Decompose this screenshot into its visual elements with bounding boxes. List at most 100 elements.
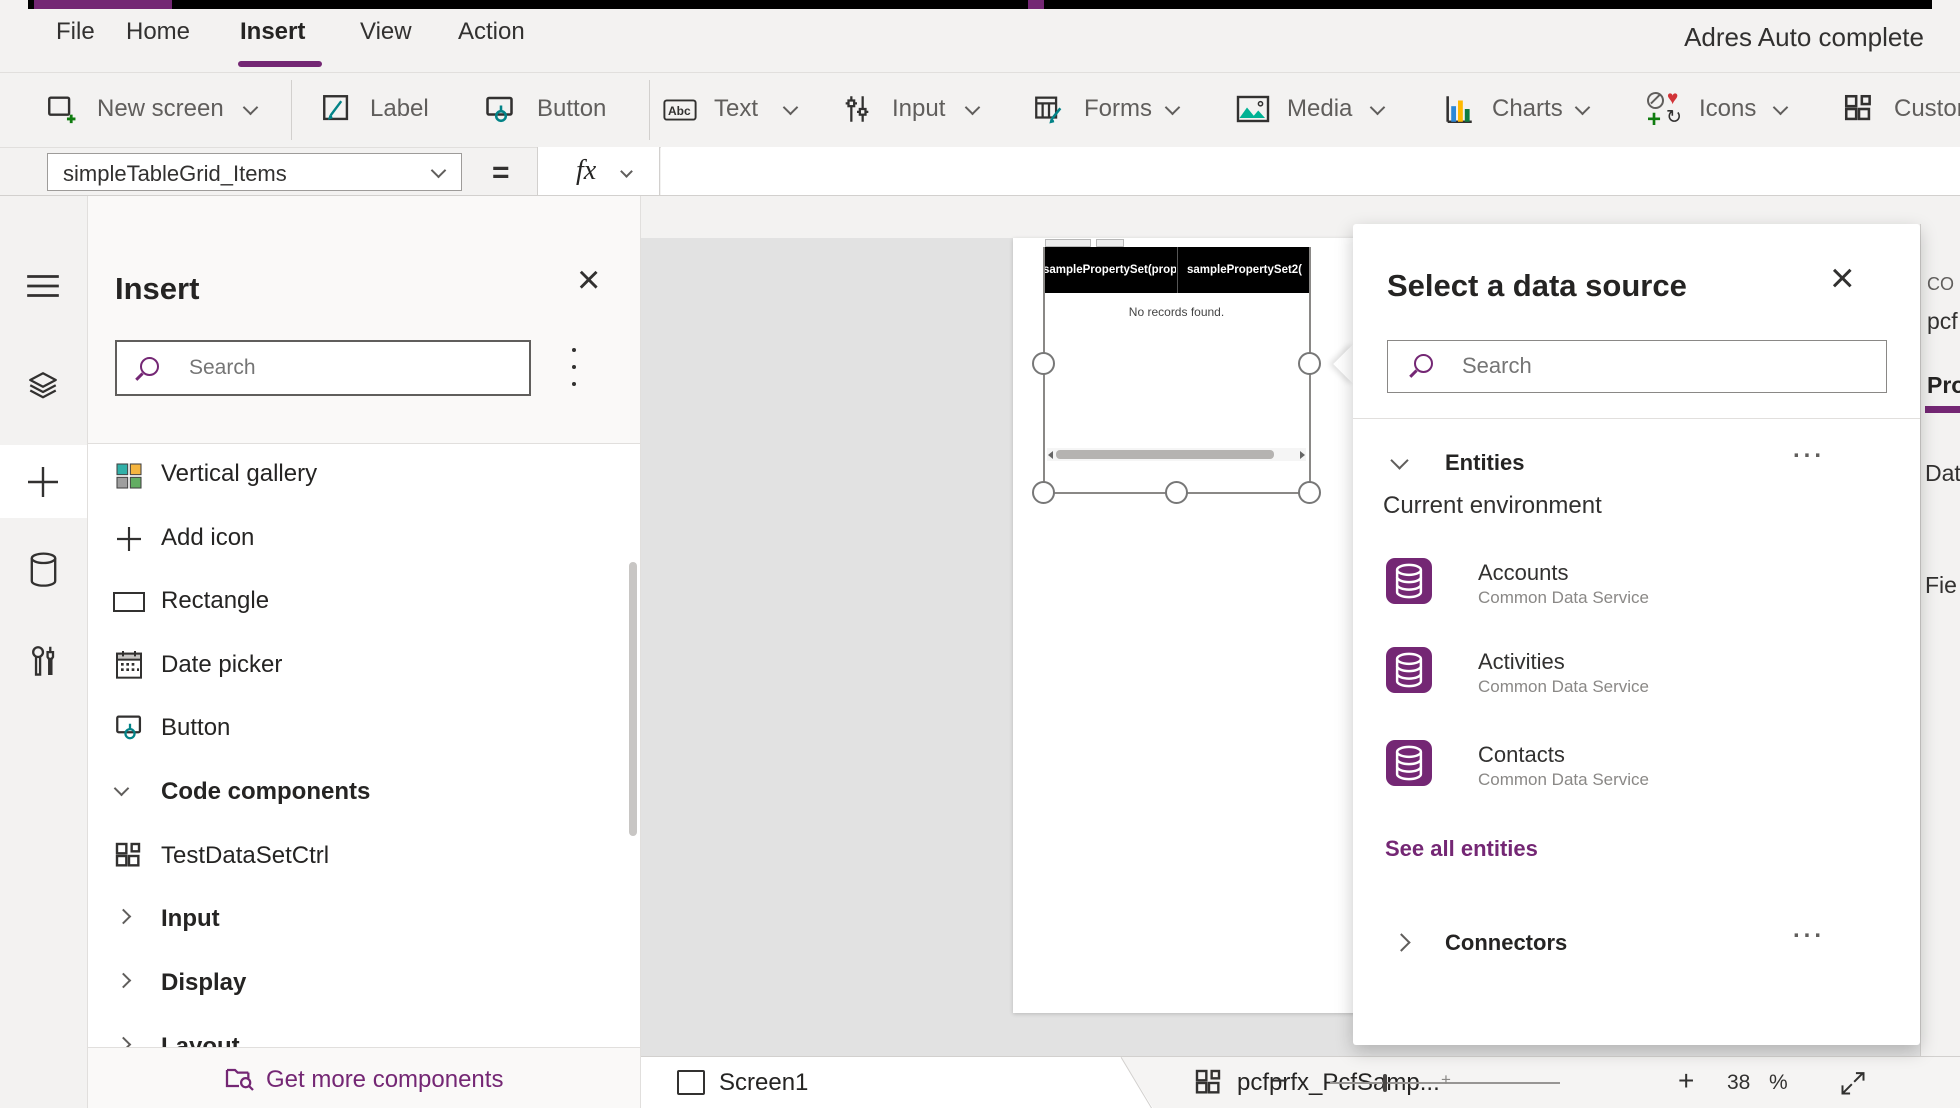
zoom-percentage-value[interactable]: 38 [1727,1071,1750,1095]
app-title: Adres Auto complete [1684,22,1924,52]
icons-button[interactable]: Icons [1699,95,1756,123]
insert-search-input[interactable] [187,348,511,388]
charts-button[interactable]: Charts [1492,95,1563,123]
property-selector[interactable]: simpleTableGrid_Items [47,153,462,191]
list-item[interactable]: Date picker [88,636,640,698]
menu-action[interactable]: Action [458,18,525,46]
advanced-tools-icon[interactable] [27,644,60,682]
entities-section-label: Entities [1445,450,1525,475]
chevron-down-icon[interactable] [1390,451,1409,470]
resize-handle-mid-left[interactable] [1032,352,1055,375]
grid-header-divider [1177,247,1178,293]
flyout-title: Select a data source [1387,268,1687,303]
more-options-icon[interactable]: ... [1793,436,1825,464]
entity-row-activities[interactable]: Activities Common Data Service [1383,647,1883,696]
hamburger-menu-icon[interactable] [24,271,62,301]
category-row-display[interactable]: Display [88,954,640,1016]
list-item[interactable]: Button [88,699,640,761]
list-item[interactable]: Add icon [88,509,640,571]
button-button[interactable]: Button [537,95,606,123]
data-sources-icon[interactable] [27,551,60,589]
close-icon[interactable]: × [577,258,600,303]
connectors-section-header[interactable]: Connectors ... [1353,916,1920,968]
close-icon[interactable]: × [1830,254,1855,302]
grid-hscrollbar[interactable] [1047,448,1306,461]
zoom-slider-thumb[interactable] [1383,1074,1387,1092]
flyout-divider [1353,418,1920,419]
flyout-search-box[interactable] [1387,340,1887,393]
fx-label: fx [576,155,597,186]
entities-section-header[interactable]: Entities ... [1353,436,1920,488]
scroll-right-arrow-icon[interactable] [1300,451,1305,459]
more-options-icon[interactable] [572,348,576,388]
flyout-search-input[interactable] [1460,346,1864,386]
zoom-in-button[interactable]: + [1678,1065,1694,1097]
input-button[interactable]: Input [892,95,945,123]
scroll-left-arrow-icon[interactable] [1048,451,1053,459]
screen-tab[interactable]: Screen1 [641,1057,1153,1108]
panel-scrollbar[interactable] [629,562,637,836]
resize-handle-bottom-center[interactable] [1165,481,1188,504]
grid-header-cell[interactable]: samplePropertySet2( [1179,247,1310,293]
top-edge-strip [28,0,1932,9]
category-row-input[interactable]: Input [88,890,640,952]
button-icon [483,92,519,128]
resize-handle-mid-right[interactable] [1298,352,1321,375]
zoom-out-button[interactable]: − [1271,1065,1287,1097]
search-icon [1414,354,1433,373]
category-row-layout[interactable]: Layout [88,1018,640,1048]
label-icon [320,92,354,126]
grid-hscrollbar-thumb[interactable] [1056,450,1274,459]
equals-sign: = [492,156,510,189]
dataset-grid-control[interactable]: samplePropertySet(prop samplePropertySet… [1043,239,1310,493]
zoom-percent-sign: % [1769,1071,1788,1094]
environment-label: Current environment [1383,492,1602,519]
entity-row-contacts[interactable]: Contacts Common Data Service [1383,740,1883,789]
insert-plus-icon[interactable] [25,464,61,500]
resize-handle-bottom-right[interactable] [1298,481,1321,504]
menu-divider [0,72,1960,73]
chevron-down-icon[interactable] [430,162,447,179]
forms-button[interactable]: Forms [1084,95,1152,123]
get-more-components-link[interactable]: Get more components [266,1066,503,1094]
add-plus-icon [113,523,145,555]
category-row-code-components[interactable]: Code components [88,763,640,825]
menu-file[interactable]: File [56,18,95,46]
list-item[interactable]: TestDataSetCtrl [88,827,640,889]
list-item[interactable]: Vertical gallery [88,445,640,507]
active-menu-underline [238,61,322,67]
menu-view[interactable]: View [360,18,412,46]
new-screen-button[interactable]: New screen [97,95,224,123]
grid-header-cell[interactable]: samplePropertySet(prop [1043,247,1176,293]
see-all-entities-link[interactable]: See all entities [1385,836,1538,862]
properties-tab-fragment[interactable]: Pro [1927,372,1960,399]
grid-top-fragment [1096,239,1124,247]
tree-view-icon[interactable] [24,368,62,404]
insert-search-box[interactable] [115,340,531,396]
menu-home[interactable]: Home [126,18,190,46]
list-item-label: TestDataSetCtrl [161,842,330,869]
ribbon-separator [291,80,292,140]
resize-handle-bottom-left[interactable] [1032,481,1055,504]
entity-row-accounts[interactable]: Accounts Common Data Service [1383,558,1883,607]
fx-dropdown[interactable]: fx [537,147,660,195]
more-options-icon[interactable]: ... [1793,916,1825,944]
list-item[interactable]: Rectangle [88,572,640,634]
chevron-right-icon[interactable] [1392,933,1411,952]
label-button[interactable]: Label [370,95,429,123]
grid-header-row: samplePropertySet(prop samplePropertySet… [1043,247,1310,293]
button-control-icon [113,711,147,745]
text-button[interactable]: Text [714,95,758,123]
media-button[interactable]: Media [1287,95,1352,123]
entity-name: Accounts [1478,560,1569,585]
fit-to-window-icon[interactable] [1839,1069,1867,1097]
database-icon [1386,740,1432,786]
custom-button[interactable]: Custom [1894,95,1960,123]
property-selector-value: simpleTableGrid_Items [63,161,287,186]
menu-insert[interactable]: Insert [240,18,305,46]
svg-text:Abc: Abc [668,104,691,118]
formula-input[interactable] [661,147,1960,195]
list-item-label: Date picker [161,651,283,678]
chevron-down-icon[interactable] [620,165,633,178]
connectors-section-label: Connectors [1445,930,1568,955]
